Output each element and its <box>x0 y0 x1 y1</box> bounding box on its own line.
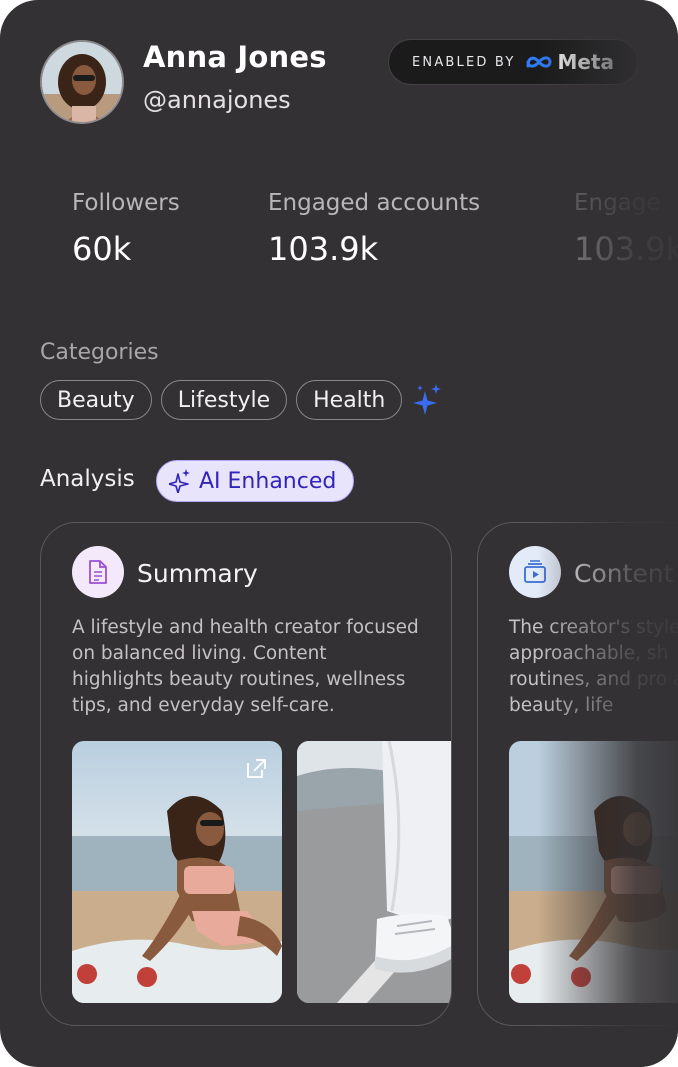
stat-value: 103.9k <box>268 230 379 268</box>
stat-followers: Followers 60k <box>72 190 180 268</box>
ai-enhanced-label: AI Enhanced <box>199 468 337 494</box>
badge-prefix: ENABLED BY <box>411 54 516 70</box>
sparkle-icon <box>413 384 442 415</box>
stat-label: Engaged accounts <box>268 190 481 216</box>
category-chips: Beauty Lifestyle Health <box>40 380 443 420</box>
stat-label: Engage <box>574 190 661 216</box>
sneaker-photo-thumbnail[interactable] <box>297 741 451 1003</box>
stat-value: 60k <box>72 230 132 268</box>
analysis-heading: Analysis <box>40 466 135 492</box>
stat-engaged-accounts: Engaged accounts 103.9k <box>268 190 480 268</box>
profile-name: Anna Jones <box>143 40 327 74</box>
category-chip-health[interactable]: Health <box>296 380 403 420</box>
panel-title: Content <box>574 559 674 588</box>
panel-description: The creator's style approachable, sh rou… <box>509 617 678 716</box>
profile-handle: @annajones <box>143 86 291 114</box>
meta-logo: Meta <box>525 50 614 74</box>
stat-engagement-truncated: Engage 103.9k <box>574 190 678 268</box>
stat-label: Followers <box>72 190 180 216</box>
category-chip-lifestyle[interactable]: Lifestyle <box>160 380 288 420</box>
sparkle-icon <box>169 469 190 493</box>
beach-photo-thumbnail[interactable] <box>72 741 282 1003</box>
creator-profile-card: Anna Jones @annajones ENABLED BY Meta Fo… <box>0 0 678 1067</box>
summary-panel[interactable]: Summary A lifestyle and health creator f… <box>40 522 452 1026</box>
category-chip-beauty[interactable]: Beauty <box>40 380 152 420</box>
external-link-icon[interactable] <box>244 757 268 781</box>
content-icon-circle <box>509 546 561 598</box>
document-icon <box>89 560 107 584</box>
ai-enhanced-badge: AI Enhanced <box>156 460 354 502</box>
stats-row: Followers 60k Engaged accounts 103.9k En… <box>72 190 678 280</box>
meta-brand-name: Meta <box>557 50 615 74</box>
content-panel[interactable]: Content The creator's style approachable… <box>477 522 678 1026</box>
panel-title: Summary <box>137 559 258 588</box>
stat-value: 103.9k <box>574 230 678 268</box>
meta-infinity-icon <box>526 56 552 68</box>
enabled-by-meta-badge: ENABLED BY Meta <box>388 39 638 85</box>
panel-description: A lifestyle and health creator focused o… <box>72 617 419 716</box>
summary-icon-circle <box>72 546 124 598</box>
avatar <box>40 40 124 124</box>
video-icon <box>524 560 546 583</box>
beach-photo-thumbnail[interactable] <box>509 741 678 1003</box>
categories-heading: Categories <box>40 340 159 365</box>
